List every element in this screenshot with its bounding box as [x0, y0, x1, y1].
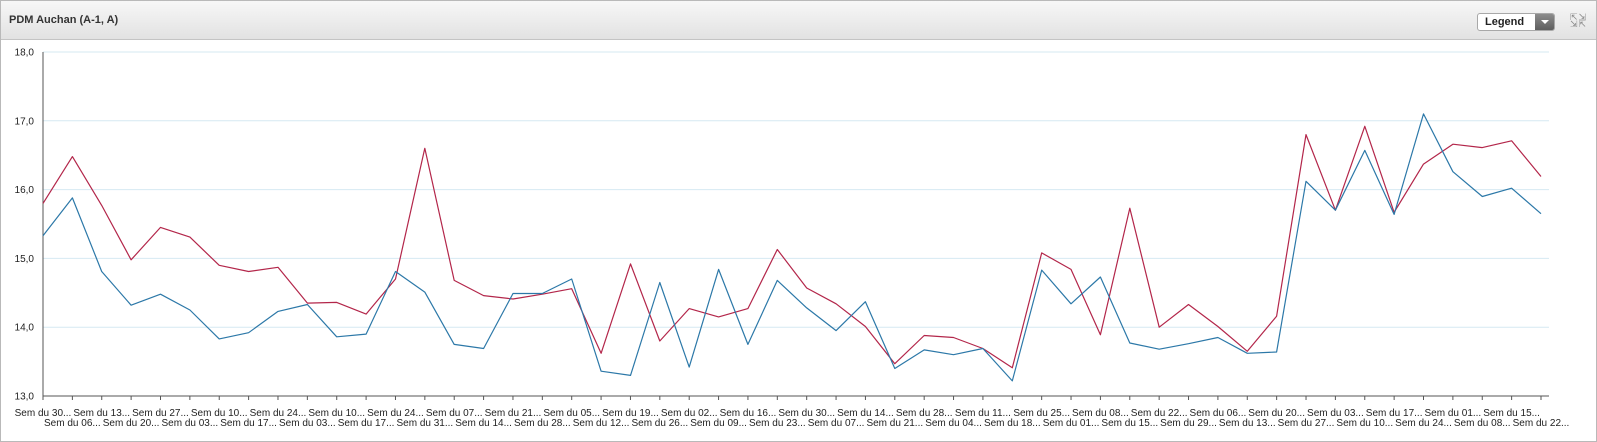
x-tick-label: Sem du 26... [631, 418, 688, 429]
x-tick-label: Sem du 18... [984, 418, 1041, 429]
series-line-2 [42, 113, 1542, 382]
x-tick-label: Sem du 17... [220, 418, 277, 429]
series-line-1 [42, 125, 1542, 369]
x-tick-label: Sem du 03... [279, 418, 336, 429]
x-tick-label: Sem du 12... [573, 418, 630, 429]
x-tick-label: Sem du 29... [1160, 418, 1217, 429]
chevron-down-icon[interactable] [1535, 14, 1554, 30]
legend-dropdown[interactable]: Legend [1477, 13, 1555, 31]
x-tick-label: Sem du 23... [749, 418, 806, 429]
y-tick-label: 13,0 [15, 392, 35, 403]
x-tick-label: Sem du 01... [1043, 418, 1100, 429]
x-tick-label: Sem du 17... [338, 418, 395, 429]
chart-title: PDM Auchan (A-1, A) [9, 14, 119, 26]
line-chart: 13,014,015,016,017,018,0Sem du 30...Sem … [15, 48, 1570, 430]
x-tick-label: Sem du 04... [925, 418, 982, 429]
x-tick-label: Sem du 28... [514, 418, 571, 429]
x-tick-label: Sem du 27... [1278, 418, 1335, 429]
x-tick-label: Sem du 06... [44, 418, 101, 429]
x-tick-label: Sem du 13... [1219, 418, 1276, 429]
y-tick-label: 18,0 [15, 48, 35, 59]
x-tick-label: Sem du 15... [1101, 418, 1158, 429]
expand-icon[interactable]: ⇱⇲ ⇲⇱ [1570, 13, 1586, 29]
x-tick-label: Sem du 31... [396, 418, 453, 429]
y-tick-label: 15,0 [15, 254, 35, 265]
x-tick-label: Sem du 08... [1454, 418, 1511, 429]
x-tick-label: Sem du 24... [1395, 418, 1452, 429]
x-tick-label: Sem du 21... [866, 418, 923, 429]
y-tick-label: 14,0 [15, 323, 35, 334]
x-tick-label: Sem du 10... [1336, 418, 1393, 429]
y-tick-label: 17,0 [15, 116, 35, 127]
x-tick-label: Sem du 03... [162, 418, 219, 429]
y-tick-label: 16,0 [15, 185, 35, 196]
panel-header: PDM Auchan (A-1, A) Legend ⇱⇲ ⇲⇱ [1, 1, 1596, 40]
legend-dropdown-label: Legend [1485, 16, 1525, 28]
x-tick-label: Sem du 14... [455, 418, 512, 429]
x-tick-label: Sem du 07... [808, 418, 865, 429]
x-tick-label: Sem du 20... [103, 418, 160, 429]
x-tick-label: Sem du 09... [690, 418, 747, 429]
x-tick-label: Sem du 22... [1513, 418, 1570, 429]
